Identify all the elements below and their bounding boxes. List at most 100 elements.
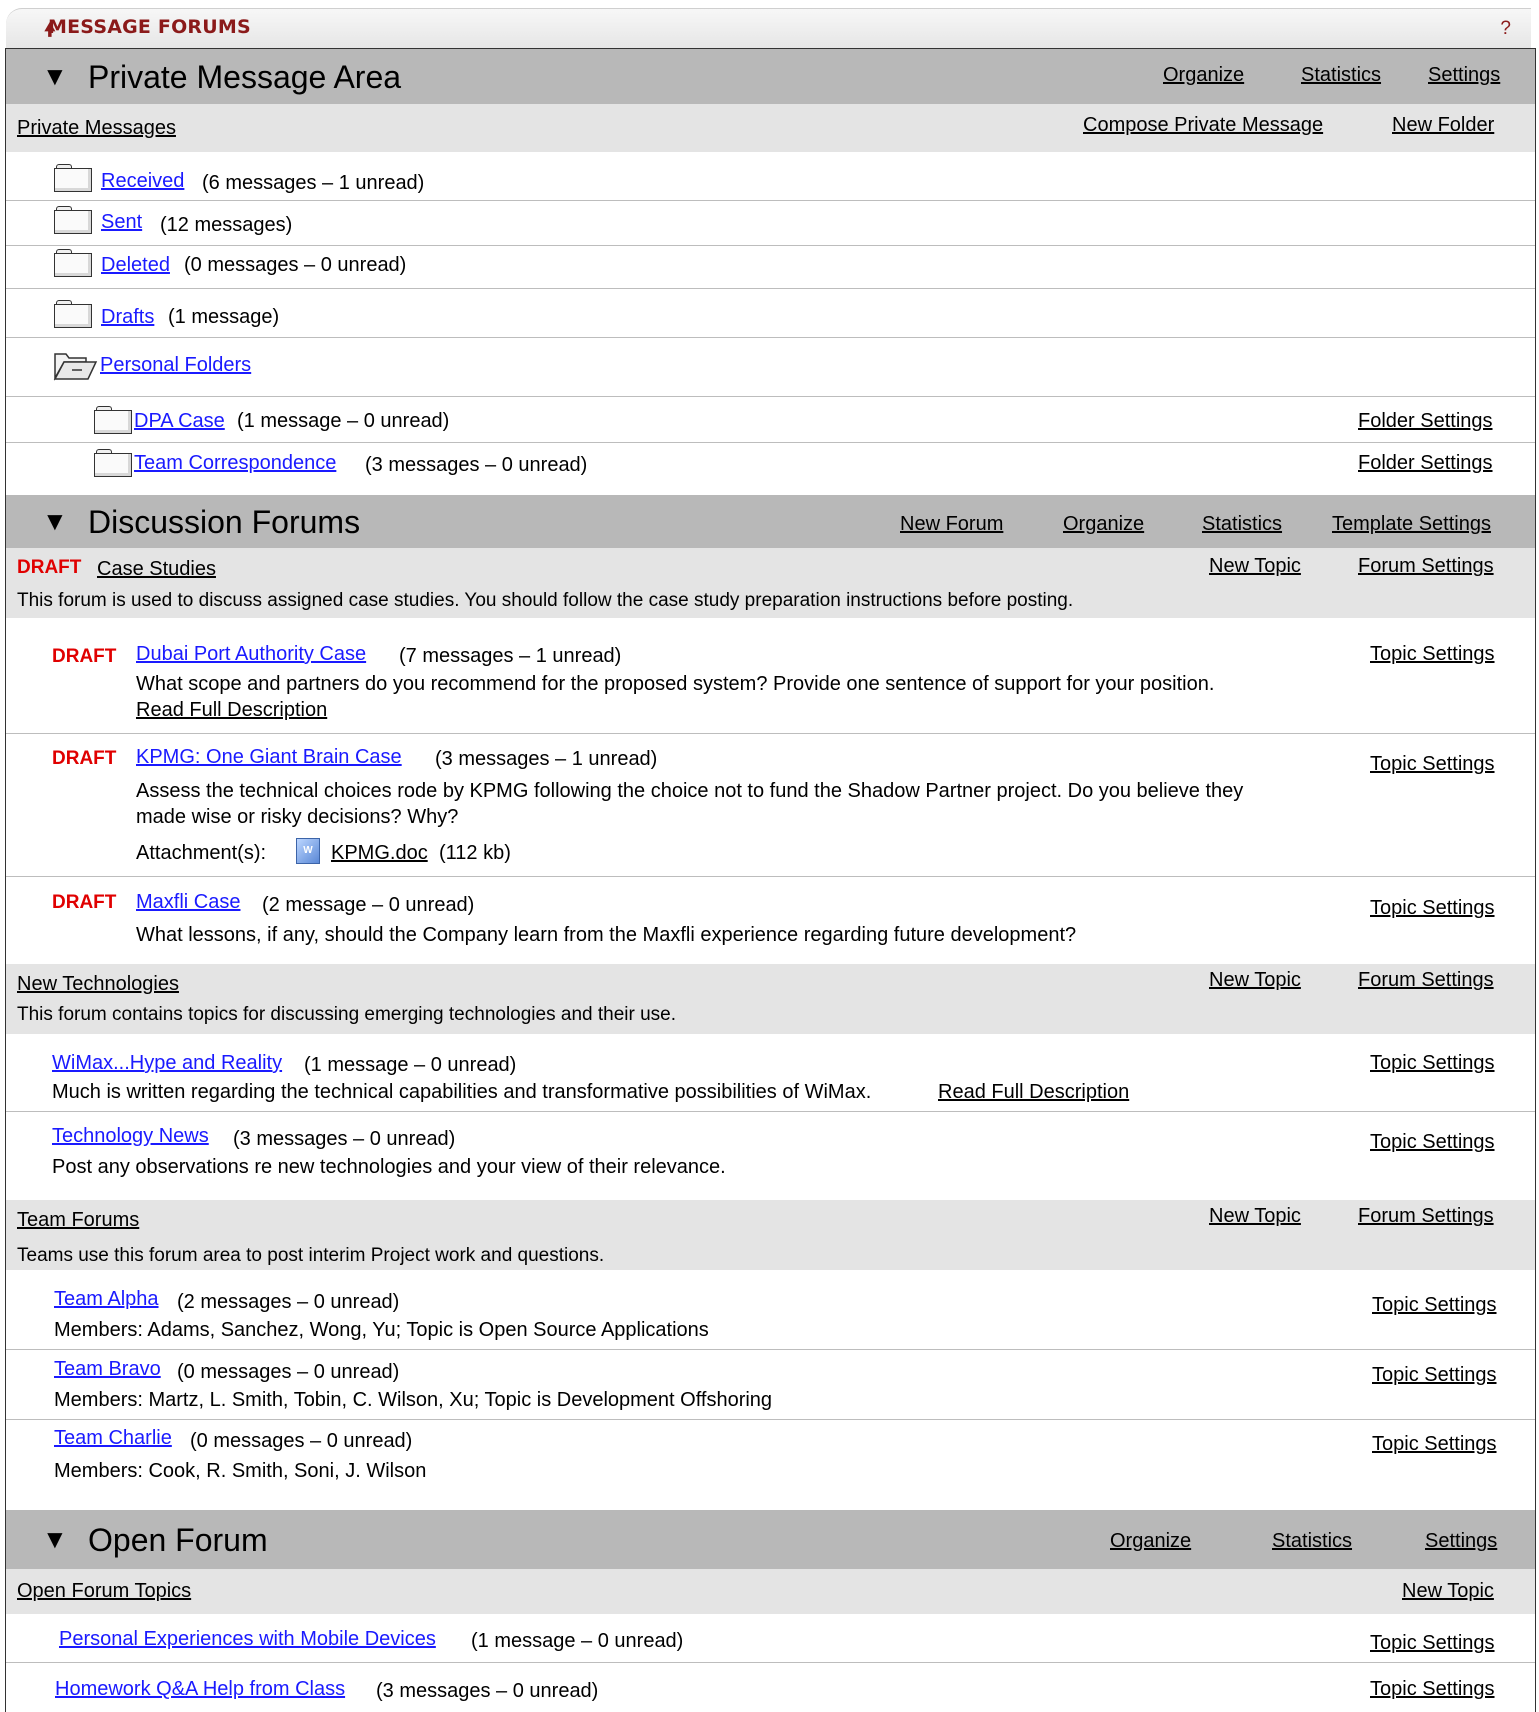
draft-badge: DRAFT [52,748,117,769]
private-messages-link[interactable]: Private Messages [17,117,176,140]
folder-icon [54,164,92,192]
personal-folder-link[interactable]: Team Correspondence [134,452,336,475]
statistics-link[interactable]: Statistics [1272,1530,1352,1553]
topic-settings-link[interactable]: Topic Settings [1372,1364,1497,1387]
organize-link[interactable]: Organize [1163,64,1244,87]
forum-header-new-technologies: New Technologies New Topic Forum Setting… [6,964,1535,1034]
statistics-link[interactable]: Statistics [1301,64,1381,87]
topic-count: (3 messages – 0 unread) [376,1680,599,1702]
topic-description: Post any observations re new technologie… [52,1156,726,1178]
template-settings-link[interactable]: Template Settings [1332,513,1491,536]
collapse-triangle-icon[interactable]: ▼ [42,61,68,92]
topic-title-link[interactable]: Technology News [52,1125,209,1148]
forum-title-link[interactable]: New Technologies [17,973,179,996]
topic-title-link[interactable]: Team Alpha [54,1288,159,1311]
divider [6,288,1535,289]
organize-link[interactable]: Organize [1110,1530,1191,1553]
topic-settings-link[interactable]: Topic Settings [1370,1632,1495,1655]
new-topic-link[interactable]: New Topic [1402,1580,1494,1603]
topic-count: (3 messages – 1 unread) [435,748,658,770]
collapse-triangle-icon[interactable]: ▼ [42,506,68,537]
section-title: Discussion Forums [88,504,361,540]
forum-description: Teams use this forum area to post interi… [17,1245,605,1266]
topic-settings-link[interactable]: Topic Settings [1370,1131,1495,1154]
topic-count: (0 messages – 0 unread) [177,1361,400,1383]
statistics-link[interactable]: Statistics [1202,513,1282,536]
topic-settings-link[interactable]: Topic Settings [1372,1294,1497,1317]
new-topic-link[interactable]: New Topic [1209,1205,1301,1228]
topic-count: (7 messages – 1 unread) [399,645,622,667]
forum-header-case-studies: DRAFT Case Studies New Topic Forum Setti… [6,548,1535,618]
topic-description: Assess the technical choices rode by KPM… [136,780,1244,802]
read-full-description-link[interactable]: Read Full Description [136,699,327,722]
divider [6,337,1535,338]
topic-description: Much is written regarding the technical … [52,1081,872,1103]
topic-settings-link[interactable]: Topic Settings [1372,1433,1497,1456]
topic-description: What lessons, if any, should the Company… [136,924,1077,946]
attachment-link[interactable]: KPMG.doc [331,842,428,865]
topic-count: (3 messages – 0 unread) [233,1128,456,1150]
topic-settings-link[interactable]: Topic Settings [1370,897,1495,920]
divider [6,396,1535,397]
section-title: Open Forum [88,1522,268,1558]
topic-title-link[interactable]: KPMG: One Giant Brain Case [136,746,402,769]
draft-badge: DRAFT [52,646,117,667]
folder-link-drafts[interactable]: Drafts [101,306,154,329]
folder-settings-link[interactable]: Folder Settings [1358,410,1493,433]
private-message-area-header: ▼ Private Message Area Organize Statisti… [6,49,1535,104]
draft-badge: DRAFT [52,892,117,913]
topic-title-link[interactable]: Personal Experiences with Mobile Devices [59,1628,436,1651]
topic-settings-link[interactable]: Topic Settings [1370,1678,1495,1701]
draft-badge: DRAFT [17,557,82,578]
folder-link-received[interactable]: Received [101,170,184,193]
forum-settings-link[interactable]: Forum Settings [1358,555,1494,578]
topic-settings-link[interactable]: Topic Settings [1370,643,1495,666]
new-folder-link[interactable]: New Folder [1392,114,1494,137]
open-folder-icon [53,353,98,381]
topic-count: (0 messages – 0 unread) [190,1430,413,1452]
folder-link-personal-folders[interactable]: Personal Folders [100,354,251,377]
folder-settings-link[interactable]: Folder Settings [1358,452,1493,475]
divider [6,442,1535,443]
folder-count: (1 message) [168,306,280,328]
compose-private-message-link[interactable]: Compose Private Message [1083,114,1323,137]
topic-title-link[interactable]: Maxfli Case [136,891,240,914]
topic-title-link[interactable]: Dubai Port Authority Case [136,643,366,666]
new-forum-link[interactable]: New Forum [900,513,1003,536]
topic-title-link[interactable]: WiMax...Hype and Reality [52,1052,282,1075]
forum-title-link[interactable]: Open Forum Topics [17,1580,191,1603]
read-full-description-link[interactable]: Read Full Description [938,1081,1129,1104]
topic-settings-link[interactable]: Topic Settings [1370,1052,1495,1075]
topic-title-link[interactable]: Team Charlie [54,1427,172,1450]
forum-title-link[interactable]: Team Forums [17,1209,139,1232]
help-icon[interactable]: ? [1500,18,1511,40]
settings-link[interactable]: Settings [1425,1530,1497,1553]
folder-count: (1 message – 0 unread) [237,410,450,432]
forum-header-team-forums: Team Forums New Topic Forum Settings Tea… [6,1200,1535,1270]
forum-settings-link[interactable]: Forum Settings [1358,1205,1494,1228]
topic-title-link[interactable]: Team Bravo [54,1358,161,1381]
new-topic-link[interactable]: New Topic [1209,555,1301,578]
folder-link-deleted[interactable]: Deleted [101,254,170,277]
divider [6,876,1535,877]
topic-description-cont: made wise or risky decisions? Why? [136,806,459,828]
topic-settings-link[interactable]: Topic Settings [1370,753,1495,776]
settings-link[interactable]: Settings [1428,64,1500,87]
organize-link[interactable]: Organize [1063,513,1144,536]
attachment-size: (112 kb) [439,842,511,864]
forum-settings-link[interactable]: Forum Settings [1358,969,1494,992]
folder-icon [54,300,92,328]
forum-title-link[interactable]: Case Studies [97,558,216,581]
new-topic-link[interactable]: New Topic [1209,969,1301,992]
folder-link-sent[interactable]: Sent [101,211,142,234]
divider [6,1662,1535,1663]
forum-description: This forum contains topics for discussin… [17,1004,677,1025]
folder-icon [94,449,132,477]
attachment-label: Attachment(s): [136,842,267,864]
tab-title[interactable]: MESSAGE FORUMS [48,16,251,38]
personal-folder-link[interactable]: DPA Case [134,410,225,433]
collapse-triangle-icon[interactable]: ▼ [42,1524,68,1555]
topic-description: Members: Adams, Sanchez, Wong, Yu; Topic… [54,1319,709,1341]
topic-title-link[interactable]: Homework Q&A Help from Class [55,1678,345,1701]
topic-count: (2 message – 0 unread) [262,894,475,916]
